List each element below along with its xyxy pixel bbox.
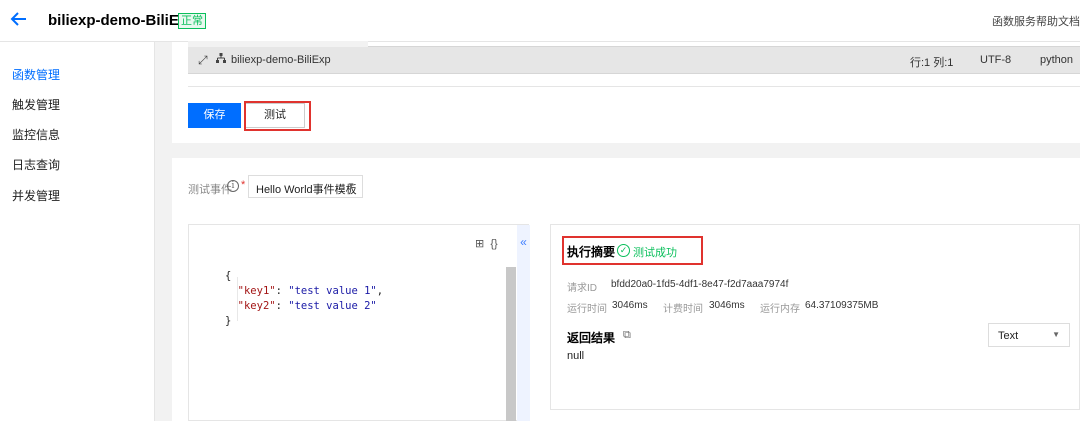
run-time-value: 3046ms [612, 300, 648, 311]
highlight-box [244, 101, 311, 131]
required-mark: * [241, 179, 246, 191]
chevron-down-icon: ▼ [1052, 330, 1060, 339]
request-id-label: 请求ID [567, 283, 597, 294]
editor-toolbar: ⊞ {} [475, 237, 498, 250]
braces-icon[interactable]: {} [490, 238, 497, 250]
chevron-down-icon: ▼ [347, 181, 355, 190]
language-label[interactable]: python [1040, 54, 1073, 66]
test-event-label: 测试事件 [188, 184, 232, 196]
sidebar-item-function-management[interactable]: 函数管理 [12, 66, 60, 83]
encoding-label[interactable]: UTF-8 [980, 54, 1011, 66]
result-format-selected: Text [998, 330, 1019, 342]
copy-icon[interactable]: ⧉ [623, 329, 631, 342]
editor-status-bar: ⤢ biliexp-demo-BiliExp 行:1 列:1 UTF-8 pyt… [188, 41, 1080, 74]
memory-value: 64.37109375MB [805, 300, 879, 311]
memory-label: 运行内存 [760, 304, 800, 315]
sidebar-item-concurrency[interactable]: 并发管理 [12, 187, 60, 204]
status-badge: 正常 [178, 13, 206, 29]
sidebar-item-log-query[interactable]: 日志查询 [12, 156, 60, 173]
code-key1: "key1" [237, 285, 276, 297]
event-json[interactable]: { "key1": "test value 1", "key2": "test … [225, 269, 383, 329]
divider [188, 86, 1080, 87]
code-key2: "key2" [237, 300, 276, 312]
save-button[interactable]: 保存 [188, 103, 241, 128]
expand-icon[interactable]: ⤢ [198, 53, 208, 68]
info-icon[interactable]: i [227, 180, 239, 192]
scrollbar[interactable] [506, 267, 516, 421]
billed-time-label: 计费时间 [663, 304, 703, 315]
format-icon[interactable]: ⊞ [475, 238, 484, 250]
top-header: biliexp-demo-BiliExp 正常 函数服务帮助文档 [0, 0, 1080, 42]
function-title: biliexp-demo-BiliExp [48, 12, 197, 29]
collapse-chevron-icon[interactable]: « [517, 225, 530, 421]
sidebar-item-monitoring[interactable]: 监控信息 [12, 126, 60, 143]
result-format-select[interactable]: Text ▼ [988, 323, 1070, 347]
result-panel: 执行摘要 ✓ 测试成功 请求ID bfdd20a0-1fd5-4df1-8e47… [550, 224, 1080, 410]
file-name: biliexp-demo-BiliExp [231, 54, 331, 66]
result-value: null [567, 350, 585, 362]
billed-time-value: 3046ms [709, 300, 745, 311]
cursor-position: 行:1 列:1 [910, 57, 954, 69]
sidebar-item-trigger-management[interactable]: 触发管理 [12, 96, 60, 113]
back-arrow-icon[interactable] [10, 10, 30, 30]
test-panel: 测试事件 i * Hello World事件模板 ▼ ⊞ {} { "key1"… [172, 158, 1080, 421]
result-title: 返回结果 [567, 331, 616, 345]
code-brace-open: { [225, 270, 232, 282]
help-doc-link[interactable]: 函数服务帮助文档 [992, 13, 1080, 29]
code-val2: "test value 2" [288, 300, 377, 312]
run-time-label: 运行时间 [567, 304, 607, 315]
test-event-selected: Hello World事件模板 [256, 184, 357, 196]
highlight-box [562, 236, 703, 265]
editor-panel: ⤢ biliexp-demo-BiliExp 行:1 列:1 UTF-8 pyt… [172, 41, 1080, 143]
sidebar: 函数管理 触发管理 监控信息 日志查询 并发管理 [0, 42, 155, 421]
tree-icon [216, 53, 226, 67]
code-val1: "test value 1" [288, 285, 377, 297]
code-brace-close: } [225, 315, 232, 327]
request-id-value: bfdd20a0-1fd5-4df1-8e47-f2d7aaa7974f [611, 279, 789, 290]
test-event-select[interactable]: Hello World事件模板 ▼ [248, 175, 363, 198]
event-code-editor[interactable]: ⊞ {} { "key1": "test value 1", "key2": "… [188, 224, 530, 421]
